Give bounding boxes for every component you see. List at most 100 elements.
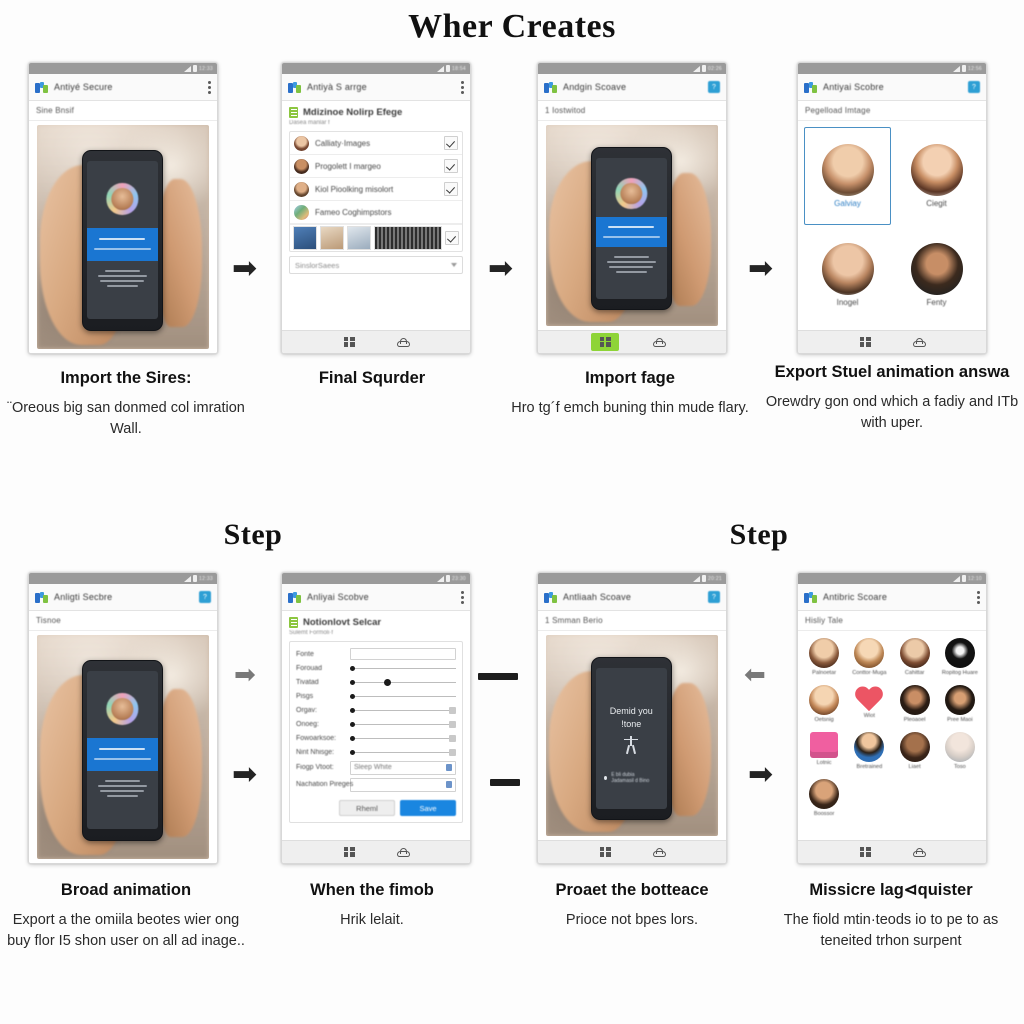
nav-grid-button[interactable] — [851, 843, 879, 861]
sticker-item[interactable]: Cahittar — [893, 636, 937, 682]
nav-cloud-button[interactable] — [389, 843, 417, 861]
kebab-menu-icon[interactable] — [461, 80, 464, 94]
cloud-icon — [912, 847, 926, 857]
bottom-nav[interactable] — [538, 330, 726, 353]
screenshot-panel-1[interactable]: 12:33 Antiyé Secure Sine Bnsif — [28, 62, 218, 354]
bottom-nav[interactable] — [282, 840, 470, 863]
sticker-item[interactable]: Conttor·Muga — [847, 636, 891, 682]
thumbnail[interactable] — [320, 226, 344, 250]
slider-control[interactable] — [350, 733, 456, 743]
bottom-nav[interactable] — [798, 330, 986, 353]
form-row-last[interactable]: Nachation Pireges — [296, 776, 456, 793]
save-button[interactable]: Save — [400, 800, 456, 816]
thumbnail-barcode[interactable] — [374, 226, 442, 250]
sticker-item[interactable]: Toso — [938, 730, 982, 776]
nav-grid-button[interactable] — [851, 333, 879, 351]
kebab-menu-icon[interactable] — [977, 590, 980, 604]
blue-badge-icon[interactable]: ? — [968, 81, 980, 93]
form-row[interactable]: Nint Nhisge: — [296, 745, 456, 759]
blue-badge-icon[interactable]: ? — [708, 591, 720, 603]
nav-cloud-button[interactable] — [389, 333, 417, 351]
sticker-label: Toso — [953, 764, 966, 770]
form-row[interactable]: Fowoarksoe: — [296, 731, 456, 745]
avatar-grid-cell[interactable]: Inogel — [804, 227, 891, 325]
kebab-menu-icon[interactable] — [461, 590, 464, 604]
checkbox-checked-icon[interactable] — [444, 182, 458, 196]
dropdown-select[interactable]: Sleep White — [350, 760, 456, 775]
search-select[interactable]: SinslorSaees — [289, 256, 463, 274]
screenshot-panel-5[interactable]: 12:33 Anligti Secbre ? Tisnoe — [28, 572, 218, 864]
nav-cloud-button[interactable] — [645, 333, 673, 351]
screenshot-panel-7[interactable]: 20:21 Antliaah Scoave ? 1 Smman Berio De… — [537, 572, 727, 864]
blue-badge-icon[interactable]: ? — [199, 591, 211, 603]
slider-control[interactable] — [350, 747, 456, 757]
list-item[interactable]: Kiol Pioolking misolort — [290, 178, 462, 201]
list-item[interactable]: Fameo Coghimpstors — [290, 201, 462, 224]
screenshot-panel-2[interactable]: 18:54 Antiyà S arrge Mdizinoe Nolirp Efe… — [281, 62, 471, 354]
avatar-grid-cell[interactable]: Fenty — [893, 227, 980, 325]
screenshot-panel-8[interactable]: 12:10 Antibric Scoare Hisliy Tale Palnoe… — [797, 572, 987, 864]
sticker-label: Palnoetar — [812, 670, 837, 676]
avatar-grid-cell[interactable]: Ciegit — [893, 127, 980, 225]
text-input-last[interactable] — [350, 777, 456, 792]
thumbnail-strip[interactable] — [290, 224, 462, 251]
sticker-item[interactable]: Boossor — [802, 777, 846, 823]
nav-grid-button[interactable] — [591, 843, 619, 861]
app-bar: Antiyé Secure — [29, 74, 217, 101]
sticker-item[interactable]: Bretrained — [847, 730, 891, 776]
avatar — [854, 638, 885, 668]
form-row[interactable]: Tivatad — [296, 675, 456, 689]
form-row-select[interactable]: Fiogp Vtoot: Sleep White — [296, 759, 456, 776]
list-item[interactable]: Progolett I margeo — [290, 155, 462, 178]
nav-cloud-button[interactable] — [905, 843, 933, 861]
text-input[interactable] — [350, 648, 456, 660]
sticker-item[interactable]: Pleoaoel — [893, 683, 937, 729]
screenshot-panel-4[interactable]: 12:56 Antiyai Scobre ? Pegelload Imtage … — [797, 62, 987, 354]
avatar-grid-cell-selected[interactable]: Galviay — [804, 127, 891, 225]
nav-grid-button[interactable] — [335, 333, 363, 351]
bottom-nav[interactable] — [798, 840, 986, 863]
slider-control[interactable] — [350, 719, 456, 729]
blue-badge-icon[interactable]: ? — [708, 81, 720, 93]
sticker-item[interactable]: Palnoetar — [802, 636, 846, 682]
nav-grid-button[interactable] — [591, 333, 619, 351]
sticker-item[interactable]: Liaet — [893, 730, 937, 776]
slider-control[interactable] — [350, 705, 456, 715]
form-row[interactable]: Orgav: — [296, 703, 456, 717]
nav-cloud-button[interactable] — [905, 333, 933, 351]
slider-control[interactable] — [350, 663, 456, 673]
phone-screen — [595, 157, 667, 300]
sticker-item[interactable]: Wiot — [847, 683, 891, 729]
caption-1: Import the Sires: ¨Oreous big san donmed… — [6, 368, 246, 440]
sticker-item[interactable]: Oetsnig — [802, 683, 846, 729]
form-row[interactable]: Onoeg: — [296, 717, 456, 731]
slider-control[interactable] — [350, 677, 456, 687]
form-row[interactable]: Forouad — [296, 661, 456, 675]
thumbnail[interactable] — [347, 226, 371, 250]
form-row[interactable]: Pisgs — [296, 689, 456, 703]
avatar — [944, 732, 975, 762]
bottom-nav[interactable] — [538, 840, 726, 863]
checkbox-checked-icon[interactable] — [444, 159, 458, 173]
slider-control[interactable] — [350, 691, 456, 701]
sticker-item[interactable]: Lotnic — [802, 730, 846, 776]
status-clock: 18:54 — [451, 65, 466, 72]
bottom-nav[interactable] — [282, 330, 470, 353]
checkbox-checked-icon[interactable] — [445, 231, 459, 245]
nav-grid-button[interactable] — [335, 843, 363, 861]
avatar — [944, 685, 975, 715]
screenshot-panel-3[interactable]: 02:26 Andgin Scoave ? 1 Iostwitod — [537, 62, 727, 354]
fingers-shape — [666, 173, 712, 306]
reset-button[interactable]: Rheml — [339, 800, 395, 816]
thumbnail[interactable] — [293, 226, 317, 250]
sticker-item[interactable]: Ropitog Huare — [938, 636, 982, 682]
app-bar: Antibric Scoare — [798, 584, 986, 611]
form-row[interactable]: Fonte — [296, 647, 456, 661]
nav-cloud-button[interactable] — [645, 843, 673, 861]
sticker-item[interactable]: Pree Maoi — [938, 683, 982, 729]
checkbox-checked-icon[interactable] — [444, 136, 458, 150]
screenshot-panel-6[interactable]: 23:30 Anliyai Scobve Notionlovt Selcar S… — [281, 572, 471, 864]
kebab-menu-icon[interactable] — [208, 80, 211, 94]
list-item[interactable]: Calliaty·Images — [290, 132, 462, 155]
avatar-label: Inogel — [836, 298, 859, 308]
